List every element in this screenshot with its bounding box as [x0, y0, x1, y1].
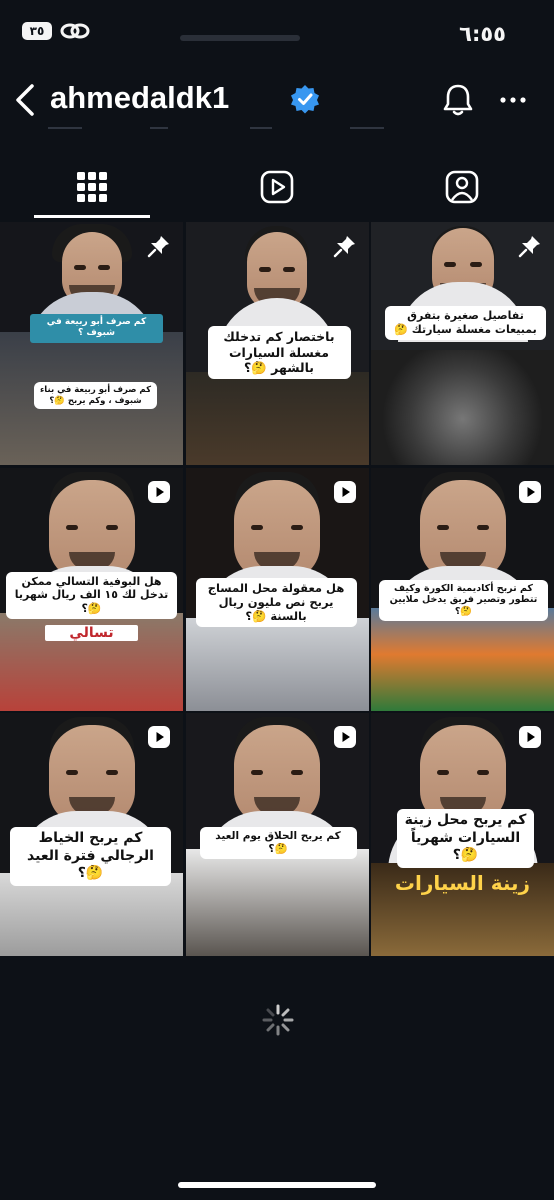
post-thumbnail[interactable]: تفاصيل صغيرة بتفرق بمبيعات مغسلة سيارتك …: [371, 222, 554, 465]
store-sign: تسالي: [45, 624, 138, 641]
status-bar: ٣٥ ٦:٥٥: [0, 0, 554, 64]
post-caption: كم تربح أكاديمية الكورة وكيف تتطور وتصير…: [379, 579, 548, 622]
post-thumbnail[interactable]: كم صرف أبو ربيعة في شبوف ؟ كم صرف أبو رب…: [0, 222, 183, 465]
post-caption: هل البوفية التسالي ممكن تدخل لك ١٥ الف ر…: [6, 571, 177, 619]
person-eye: [291, 770, 303, 775]
person-eye: [259, 267, 271, 272]
post-caption-secondary: كم صرف أبو ربيعة في بناء شبوف ، وكم يربح…: [34, 382, 157, 410]
person-face: [48, 479, 135, 580]
post-caption: تفاصيل صغيرة بتفرق بمبيعات مغسلة سيارتك …: [385, 306, 546, 340]
post-thumbnail[interactable]: باختصار كم تدخلك مغسلة السيارات بالشهر 🤔…: [185, 222, 369, 465]
post-thumbnail[interactable]: كم يربح الحلاق يوم العيد 🤔؟: [185, 713, 369, 956]
reel-icon: [148, 480, 170, 503]
header-divider: [250, 127, 272, 129]
header-divider: [150, 127, 168, 129]
car-accessories-shop-photo: زينة السيارات: [371, 863, 554, 956]
pin-icon: [518, 236, 540, 258]
header-divider: [48, 127, 82, 129]
tab-grid[interactable]: [32, 152, 152, 222]
person-eye: [105, 770, 118, 775]
battery-indicator: ٣٥: [22, 22, 52, 40]
post-thumbnail[interactable]: زينة السيارات كم يربح محل زينة السيارات …: [371, 713, 554, 956]
status-time: ٦:٥٥: [459, 22, 506, 46]
loading-spinner-icon: [262, 1004, 294, 1036]
person-eye: [291, 524, 303, 530]
reel-icon: [519, 480, 541, 503]
person-eye: [105, 524, 118, 530]
person-eye: [73, 265, 86, 270]
group-photo: [185, 617, 369, 711]
person-eye: [476, 770, 489, 775]
person-eye: [469, 262, 482, 267]
person-eye: [443, 262, 456, 267]
link-icon: [60, 23, 90, 39]
reel-icon: [333, 480, 356, 503]
reels-icon: [260, 170, 294, 204]
steering-wheel-photo: [371, 350, 554, 465]
person-face: [48, 725, 135, 825]
post-caption: كم يربح الخياط الرجالي فترة العيد 🤔؟: [10, 827, 171, 886]
post-thumbnail[interactable]: هل معقولة محل المساج يربح نص مليون ريال …: [185, 467, 369, 711]
profile-username: ahmedaldk1: [50, 80, 230, 115]
storefront-photo: تسالي: [0, 612, 183, 711]
person-eye: [65, 770, 78, 775]
more-icon[interactable]: [498, 82, 528, 118]
post-thumbnail[interactable]: كم تربح أكاديمية الكورة وكيف تتطور وتصير…: [371, 467, 554, 711]
football-team-photo: [371, 607, 554, 711]
post-caption: كم صرف أبو ربيعة في شبوف ؟: [30, 314, 163, 343]
grid-icon: [77, 172, 107, 202]
reel-icon: [333, 726, 356, 748]
bell-icon[interactable]: [440, 82, 476, 118]
tab-tagged[interactable]: [402, 152, 522, 222]
street-photo: [185, 372, 369, 465]
chevron-left-icon[interactable]: [12, 82, 40, 118]
reel-icon: [148, 726, 170, 748]
person-eye: [476, 524, 489, 530]
post-caption: باختصار كم تدخلك مغسلة السيارات بالشهر 🤔…: [207, 326, 351, 379]
person-face: [234, 479, 320, 580]
person-eye: [436, 524, 449, 530]
verified-badge-icon: [291, 85, 319, 114]
home-indicator[interactable]: [178, 1182, 376, 1188]
person-eye: [436, 770, 449, 775]
person-eye: [65, 524, 78, 530]
post-thumbnail[interactable]: تسالي هل البوفية التسالي ممكن تدخل لك ١٥…: [0, 467, 183, 711]
profile-tabs: [0, 152, 554, 222]
post-caption: هل معقولة محل المساج يربح نص مليون ريال …: [195, 577, 357, 627]
person-eye: [97, 265, 110, 270]
dynamic-island-pill: [180, 35, 300, 41]
person-eye: [283, 267, 295, 272]
tab-reels[interactable]: [217, 152, 337, 222]
store-sign: زينة السيارات: [394, 871, 531, 895]
post-caption: كم يربح محل زينة السيارات شهرياً 🤔؟: [397, 809, 534, 868]
post-thumbnail[interactable]: كم يربح الخياط الرجالي فترة العيد 🤔؟: [0, 713, 183, 956]
profile-header: ahmedaldk1: [0, 70, 554, 130]
pin-icon: [333, 236, 355, 258]
barber-shop-photo: [185, 849, 369, 956]
tagged-icon: [445, 170, 479, 204]
header-divider: [350, 127, 384, 129]
person-face: [419, 479, 506, 580]
person-eye: [251, 524, 263, 530]
pin-icon: [147, 236, 169, 258]
post-caption: كم يربح الحلاق يوم العيد 🤔؟: [199, 827, 357, 860]
reel-icon: [519, 726, 541, 748]
person-face: [234, 725, 320, 825]
person-eye: [251, 770, 263, 775]
posts-grid: كم صرف أبو ربيعة في شبوف ؟ كم صرف أبو رب…: [0, 222, 554, 956]
